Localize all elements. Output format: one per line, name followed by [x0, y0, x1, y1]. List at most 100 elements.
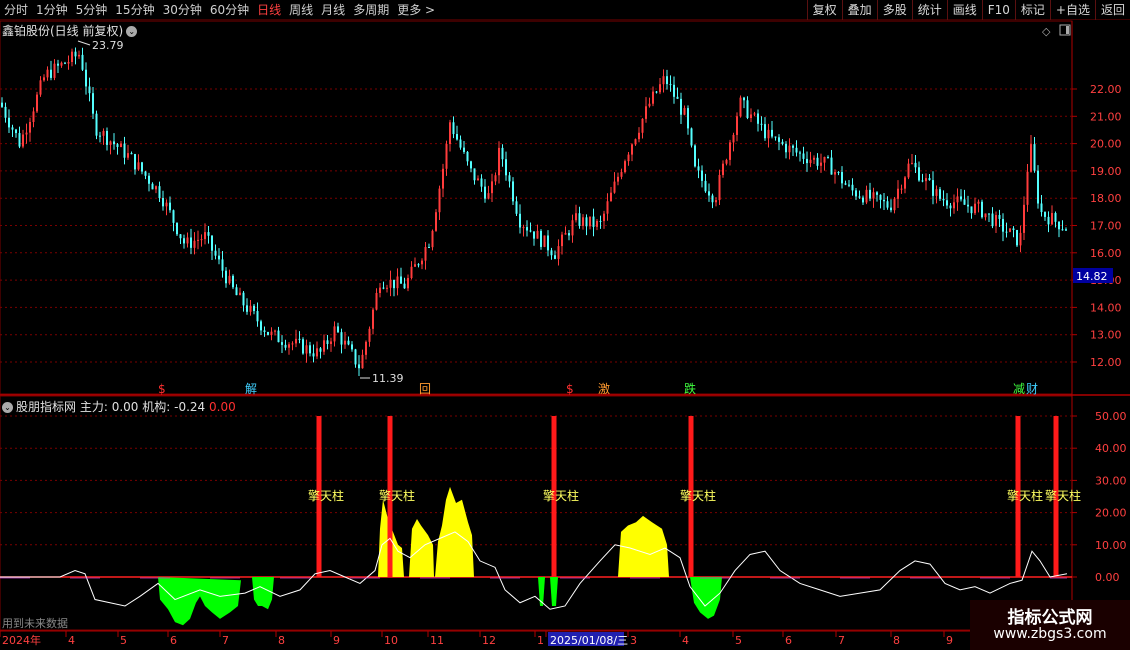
candle-body — [708, 191, 710, 196]
candle-body — [652, 91, 654, 104]
indicator-fill-area — [252, 577, 274, 610]
candle-body — [403, 283, 406, 289]
candle-body — [319, 348, 322, 352]
price-panel-frame — [0, 20, 1073, 395]
candle-body — [214, 250, 217, 256]
candle-body — [88, 86, 91, 94]
candle-body — [834, 172, 836, 175]
candle-body — [879, 194, 882, 200]
date-label: 7 — [838, 634, 845, 647]
candle-body — [764, 124, 766, 139]
candle-body — [190, 237, 192, 248]
candle-body — [673, 84, 675, 97]
candle-body — [585, 217, 588, 227]
candle-body — [365, 341, 367, 355]
candle-body — [848, 184, 850, 186]
candle-body — [953, 202, 955, 209]
candle-body — [760, 123, 763, 125]
candle-body — [379, 287, 381, 293]
candle-body — [193, 240, 196, 248]
candle-body — [158, 186, 161, 199]
candle-body — [921, 180, 924, 182]
watermark-title: 指标公式网 — [1007, 608, 1093, 628]
candle-body — [295, 338, 297, 344]
candle-body — [39, 80, 42, 95]
candle-body — [956, 196, 959, 203]
indicator-gridlines — [0, 415, 1072, 578]
price-tick-label: 16.00 — [1090, 247, 1122, 260]
candle-body — [659, 84, 661, 93]
candle-body — [900, 188, 903, 190]
event-marker: 减 — [1013, 382, 1025, 396]
candle-body — [183, 238, 185, 244]
candle-body — [435, 212, 437, 231]
price-axis: 22.0021.0020.0019.0018.0017.0016.0015.00… — [1072, 83, 1122, 369]
candle-body — [715, 200, 717, 203]
candle-body — [354, 349, 357, 365]
candle-body — [613, 181, 616, 193]
indicator-fill-areas — [158, 486, 722, 626]
candle-body — [855, 190, 857, 197]
indicator-title: ⌄ 股朋指标网 主力: 0.00 机构: -0.24 0.00 — [2, 398, 236, 415]
candle-body — [64, 62, 66, 64]
candle-body — [316, 348, 318, 357]
candle-body — [550, 250, 553, 256]
candle-body — [781, 141, 784, 144]
chevron-down-icon[interactable]: ⌄ — [2, 402, 13, 413]
candle-body — [270, 331, 273, 335]
candle-body — [571, 220, 574, 236]
candle-body — [204, 232, 206, 240]
candle-body — [74, 51, 77, 57]
candle-body — [578, 213, 581, 226]
kline-chart-canvas[interactable]: 22.0021.0020.0019.0018.0017.0016.0015.00… — [0, 0, 1130, 650]
candle-body — [946, 200, 948, 206]
candle-body — [1061, 229, 1064, 231]
candle-body — [106, 130, 108, 145]
candle-body — [99, 135, 101, 137]
candle-body — [333, 326, 336, 342]
candle-body — [998, 215, 1001, 219]
candle-body — [323, 340, 325, 352]
price-tick-label: 14.00 — [1090, 301, 1122, 314]
candle-body — [816, 157, 819, 166]
date-label: 4 — [682, 634, 689, 647]
candle-body — [1023, 204, 1025, 233]
candle-body — [533, 231, 535, 239]
date-label: 8 — [893, 634, 900, 647]
candle-body — [680, 98, 682, 115]
candle-body — [358, 364, 360, 369]
extra-value: 0.00 — [209, 400, 236, 414]
diamond-icon[interactable]: ◇ — [1042, 25, 1051, 38]
candle-body — [655, 91, 658, 93]
candle-body — [85, 69, 87, 87]
candle-body — [662, 76, 665, 85]
candle-body — [78, 54, 80, 57]
candle-body — [134, 154, 136, 170]
candle-body — [669, 84, 672, 86]
candle-body — [172, 210, 175, 223]
candle-body — [547, 235, 549, 251]
indicator-name: 股朋指标网 — [16, 400, 77, 414]
candle-body — [235, 287, 238, 296]
candle-body — [382, 287, 385, 289]
candle-body — [344, 340, 346, 345]
candle-body — [960, 196, 962, 200]
pillar-label: 擎天柱 — [543, 488, 579, 503]
candle-body — [939, 189, 941, 199]
candle-body — [575, 213, 577, 221]
event-marker: 回 — [419, 382, 431, 396]
candle-body — [522, 227, 525, 229]
candle-body — [302, 339, 304, 354]
candle-body — [697, 166, 700, 171]
candle-body — [893, 198, 896, 211]
date-label: 4 — [68, 634, 75, 647]
candle-body — [540, 230, 542, 247]
candle-body — [1026, 171, 1029, 205]
candle-body — [529, 230, 532, 232]
chevron-down-icon[interactable]: ⌄ — [126, 26, 138, 37]
candle-body — [543, 235, 546, 247]
candle-body — [683, 108, 686, 115]
candle-body — [746, 100, 749, 118]
candle-body — [494, 175, 497, 182]
candle-body — [872, 192, 875, 199]
